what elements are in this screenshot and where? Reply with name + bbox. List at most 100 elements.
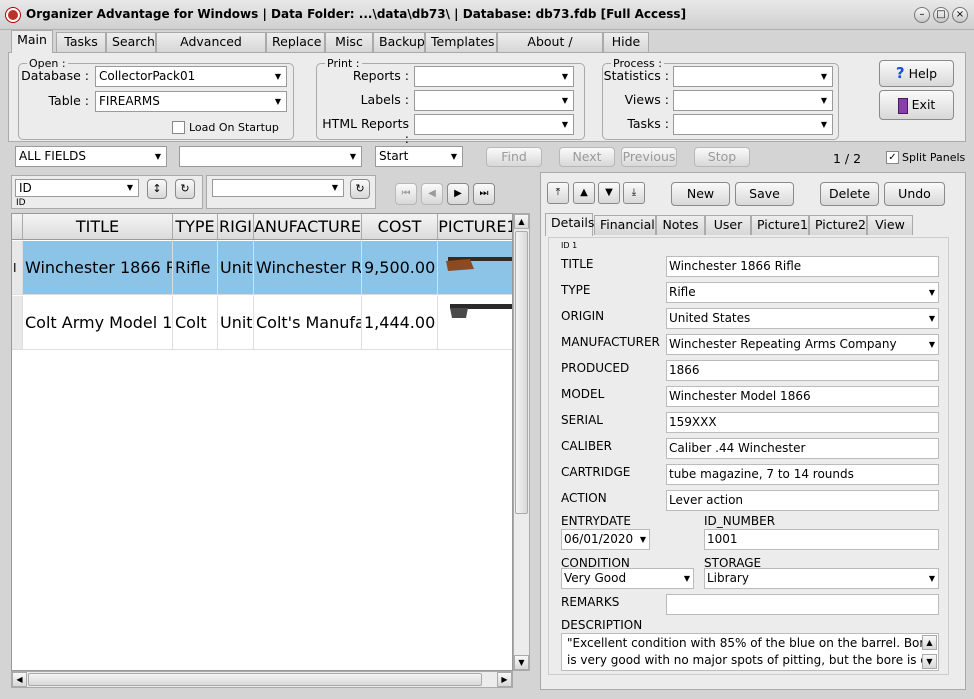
sort-direction-icon[interactable]: ↕: [147, 179, 167, 199]
storage-select[interactable]: Library ▼: [704, 568, 939, 589]
find-button[interactable]: Find: [486, 147, 542, 167]
tab-user[interactable]: User: [705, 215, 751, 235]
scroll-down-icon[interactable]: ▼: [514, 655, 529, 670]
table-cell[interactable]: Colt: [173, 296, 218, 350]
grid-horizontal-scrollbar[interactable]: ◀ ▶: [11, 671, 513, 688]
table-cell[interactable]: Unite: [218, 241, 254, 295]
new-record-button[interactable]: New: [671, 182, 730, 206]
tab-search[interactable]: Search: [106, 32, 156, 52]
scroll-up-icon[interactable]: ▲: [922, 635, 937, 650]
chevron-down-icon[interactable]: ▼: [270, 92, 286, 111]
revolver-picture-thumbnail[interactable]: [438, 296, 512, 350]
table-cell[interactable]: 1,444.00: [362, 296, 438, 350]
scroll-right-icon[interactable]: ▶: [497, 672, 512, 687]
chevron-down-icon[interactable]: ▼: [929, 309, 935, 328]
action-field[interactable]: Lever action: [666, 490, 939, 511]
grid-header-type[interactable]: TYPE: [173, 214, 218, 240]
previous-button[interactable]: Previous: [621, 147, 677, 167]
chevron-down-icon[interactable]: ▼: [327, 180, 343, 196]
tab-view[interactable]: View: [867, 215, 913, 235]
model-field[interactable]: Winchester Model 1866: [666, 386, 939, 407]
table-select[interactable]: FIREARMS ▼: [95, 91, 287, 112]
scroll-up-icon[interactable]: ▲: [514, 214, 529, 229]
chevron-down-icon[interactable]: ▼: [929, 569, 935, 588]
chevron-down-icon[interactable]: ▼: [150, 147, 166, 166]
delete-record-button[interactable]: Delete: [820, 182, 879, 206]
entrydate-field[interactable]: 06/01/2020 ▼: [561, 529, 650, 550]
condition-select[interactable]: Very Good ▼: [561, 568, 694, 589]
table-cell[interactable]: Rifle: [173, 241, 218, 295]
grid-header-cost[interactable]: COST: [362, 214, 438, 240]
chevron-down-icon[interactable]: ▼: [816, 67, 832, 86]
prev-record-icon[interactable]: ◀: [421, 183, 443, 205]
table-cell[interactable]: Colt Army Model 186: [23, 296, 173, 350]
chevron-down-icon[interactable]: ▼: [816, 115, 832, 134]
search-position-select[interactable]: Start ▼: [375, 146, 463, 167]
scroll-left-icon[interactable]: ◀: [12, 672, 27, 687]
tab-misc[interactable]: Misc: [325, 32, 373, 52]
search-field-select[interactable]: ALL FIELDS ▼: [15, 146, 167, 167]
table-cell[interactable]: Winchester Rep: [254, 241, 362, 295]
tasks-select[interactable]: ▼: [673, 114, 833, 135]
grid-header-picture1[interactable]: PICTURE1: [438, 214, 512, 240]
chevron-down-icon[interactable]: ▼: [816, 91, 832, 110]
last-record-icon[interactable]: ⏭: [473, 183, 495, 205]
labels-select[interactable]: ▼: [414, 90, 574, 111]
description-field[interactable]: "Excellent condition with 85% of the blu…: [561, 633, 939, 671]
table-cell[interactable]: Colt's Manufac: [254, 296, 362, 350]
chevron-down-icon[interactable]: ▼: [684, 569, 690, 588]
maximize-icon[interactable]: □: [933, 7, 949, 23]
tab-main[interactable]: Main: [11, 30, 53, 53]
first-record-icon[interactable]: ⏮: [395, 183, 417, 205]
grid-header-manufacturer[interactable]: ANUFACTURE: [254, 214, 362, 240]
cartridge-field[interactable]: tube magazine, 7 to 14 rounds: [666, 464, 939, 485]
table-cell[interactable]: 9,500.00: [362, 241, 438, 295]
minimize-icon[interactable]: –: [914, 7, 930, 23]
load-on-startup-checkbox[interactable]: [172, 121, 185, 134]
html-reports-select[interactable]: ▼: [414, 114, 574, 135]
type-select[interactable]: Rifle ▼: [666, 282, 939, 303]
move-up-icon[interactable]: ▲: [573, 182, 595, 204]
exit-button[interactable]: Exit: [879, 90, 954, 120]
tab-details[interactable]: Details: [545, 213, 594, 236]
tab-hide[interactable]: Hide: [603, 32, 649, 52]
scroll-thumb[interactable]: [515, 231, 528, 514]
manufacturer-select[interactable]: Winchester Repeating Arms Company ▼: [666, 334, 939, 355]
origin-select[interactable]: United States ▼: [666, 308, 939, 329]
tab-replace[interactable]: Replace: [266, 32, 325, 52]
sort-field-select[interactable]: ID ▼: [15, 179, 139, 197]
refresh-icon[interactable]: ↻: [350, 179, 370, 199]
move-top-icon[interactable]: ⤒: [547, 182, 569, 204]
tab-advanced-search[interactable]: Advanced Search: [156, 32, 266, 67]
tab-picture1[interactable]: Picture1: [751, 215, 809, 235]
grid-header-title[interactable]: TITLE: [23, 214, 173, 240]
tab-tasks[interactable]: Tasks: [56, 32, 106, 52]
chevron-down-icon[interactable]: ▼: [122, 180, 138, 196]
filter-select[interactable]: ▼: [212, 179, 344, 197]
grid-vertical-scrollbar[interactable]: ▲ ▼: [513, 213, 530, 671]
search-query-input[interactable]: ▼: [179, 146, 362, 167]
move-bottom-icon[interactable]: ⤓: [623, 182, 645, 204]
next-record-icon[interactable]: ▶: [447, 183, 469, 205]
save-record-button[interactable]: Save: [735, 182, 794, 206]
table-cell[interactable]: Winchester 1866 Rifl: [23, 241, 173, 295]
table-cell[interactable]: Unite: [218, 296, 254, 350]
chevron-down-icon[interactable]: ▼: [557, 67, 573, 86]
chevron-down-icon[interactable]: ▼: [929, 283, 935, 302]
chevron-down-icon[interactable]: ▼: [446, 147, 462, 166]
views-select[interactable]: ▼: [673, 90, 833, 111]
id-number-field[interactable]: 1001: [704, 529, 939, 550]
reports-select[interactable]: ▼: [414, 66, 574, 87]
rifle-picture-thumbnail[interactable]: [438, 241, 512, 295]
chevron-down-icon[interactable]: ▼: [557, 115, 573, 134]
close-icon[interactable]: ×: [952, 7, 968, 23]
caliber-field[interactable]: Caliber .44 Winchester: [666, 438, 939, 459]
scroll-thumb[interactable]: [28, 673, 482, 686]
tab-financial[interactable]: Financial: [594, 215, 656, 235]
serial-field[interactable]: 159XXX: [666, 412, 939, 433]
chevron-down-icon[interactable]: ▼: [270, 67, 286, 86]
move-down-icon[interactable]: ▼: [598, 182, 620, 204]
help-button[interactable]: ? Help: [879, 60, 954, 87]
chevron-down-icon[interactable]: ▼: [929, 335, 935, 354]
remarks-field[interactable]: [666, 594, 939, 615]
